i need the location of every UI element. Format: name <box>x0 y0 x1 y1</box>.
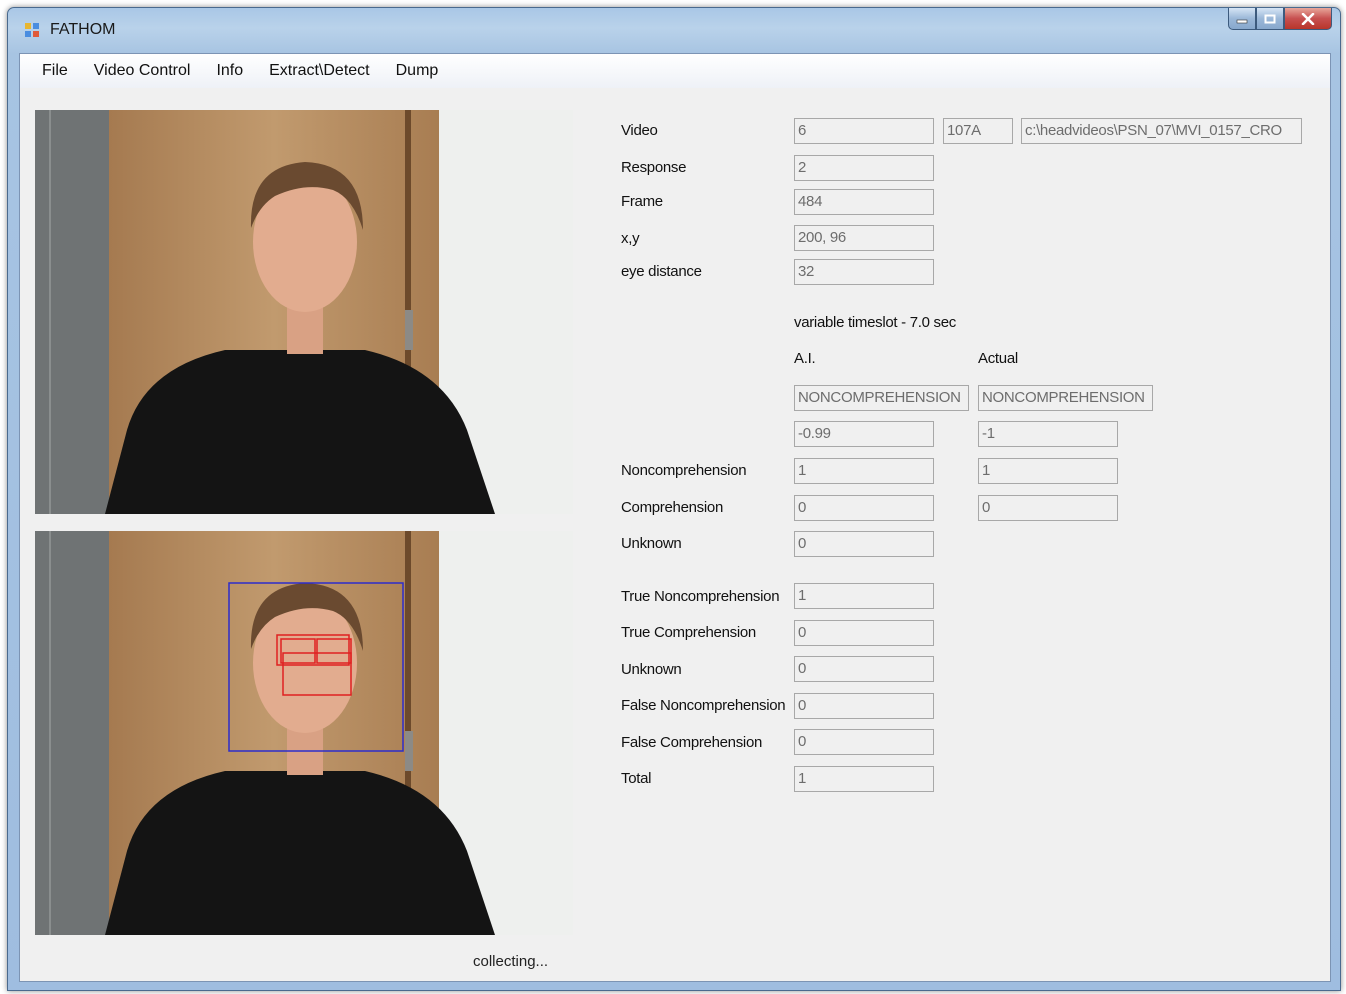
noncomprehension-actual-field[interactable]: 1 <box>978 458 1118 484</box>
false-noncomprehension-field[interactable]: 0 <box>794 693 934 719</box>
true-noncomprehension-field[interactable]: 1 <box>794 583 934 609</box>
menu-extract-detect[interactable]: Extract\Detect <box>256 54 382 88</box>
close-icon <box>1301 12 1315 25</box>
menu-file[interactable]: File <box>20 54 81 88</box>
response-field[interactable]: 2 <box>794 155 934 181</box>
video-number-field[interactable]: 6 <box>794 118 934 144</box>
video-path-field[interactable]: c:\headvideos\PSN_07\MVI_0157_CRO <box>1021 118 1302 144</box>
close-button[interactable] <box>1284 8 1332 30</box>
actual-state-field[interactable]: NONCOMPREHENSION <box>978 385 1153 411</box>
menu-bar: File Video Control Info Extract\Detect D… <box>20 54 1330 88</box>
comprehension-label: Comprehension <box>621 499 723 516</box>
status-text: collecting... <box>473 953 549 970</box>
maximize-icon <box>1264 14 1276 23</box>
comprehension-actual-field[interactable]: 0 <box>978 495 1118 521</box>
minimize-icon <box>1236 19 1248 23</box>
actual-column-header: Actual <box>978 350 1018 367</box>
true-comprehension-field[interactable]: 0 <box>794 620 934 646</box>
noncomprehension-label: Noncomprehension <box>621 462 747 479</box>
app-window: FATHOM File Video Control Info Extract\D… <box>7 7 1341 991</box>
video-frame-raw <box>35 110 573 514</box>
noncomprehension-ai-field[interactable]: 1 <box>794 458 934 484</box>
false-noncomprehension-label: False Noncomprehension <box>621 697 786 714</box>
false-comprehension-label: False Comprehension <box>621 734 763 751</box>
eye-distance-field[interactable]: 32 <box>794 259 934 285</box>
totals-unknown-label: Unknown <box>621 661 682 678</box>
comprehension-ai-field[interactable]: 0 <box>794 495 934 521</box>
total-field[interactable]: 1 <box>794 766 934 792</box>
window-title: FATHOM <box>50 21 116 38</box>
ai-column-header: A.I. <box>794 350 816 367</box>
menu-video-control[interactable]: Video Control <box>81 54 204 88</box>
xy-field[interactable]: 200, 96 <box>794 225 934 251</box>
frame-label: Frame <box>621 193 663 210</box>
minimize-button[interactable] <box>1228 8 1256 30</box>
video-frame-detection <box>35 531 573 935</box>
menu-info[interactable]: Info <box>203 54 256 88</box>
true-comprehension-label: True Comprehension <box>621 624 756 641</box>
xy-label: x,y <box>621 230 640 247</box>
ai-state-field[interactable]: NONCOMPREHENSION <box>794 385 969 411</box>
video-id-field[interactable]: 107A <box>943 118 1013 144</box>
timeslot-label: variable timeslot - 7.0 sec <box>794 314 956 331</box>
video-image-detection <box>35 531 573 935</box>
frame-field[interactable]: 484 <box>794 189 934 215</box>
menu-dump[interactable]: Dump <box>383 54 452 88</box>
app-icon <box>25 23 39 37</box>
response-label: Response <box>621 159 687 176</box>
actual-score-field[interactable]: -1 <box>978 421 1118 447</box>
total-label: Total <box>621 770 652 787</box>
client-area: File Video Control Info Extract\Detect D… <box>19 53 1331 982</box>
title-bar[interactable]: FATHOM <box>8 8 1340 52</box>
true-noncomprehension-label: True Noncomprehension <box>621 588 780 605</box>
unknown-ai-field[interactable]: 0 <box>794 531 934 557</box>
video-label: Video <box>621 122 658 139</box>
totals-unknown-field[interactable]: 0 <box>794 656 934 682</box>
ai-score-field[interactable]: -0.99 <box>794 421 934 447</box>
maximize-button[interactable] <box>1256 8 1284 30</box>
false-comprehension-field[interactable]: 0 <box>794 729 934 755</box>
eye-distance-label: eye distance <box>621 263 702 280</box>
unknown-label: Unknown <box>621 535 682 552</box>
video-image-raw <box>35 110 573 514</box>
